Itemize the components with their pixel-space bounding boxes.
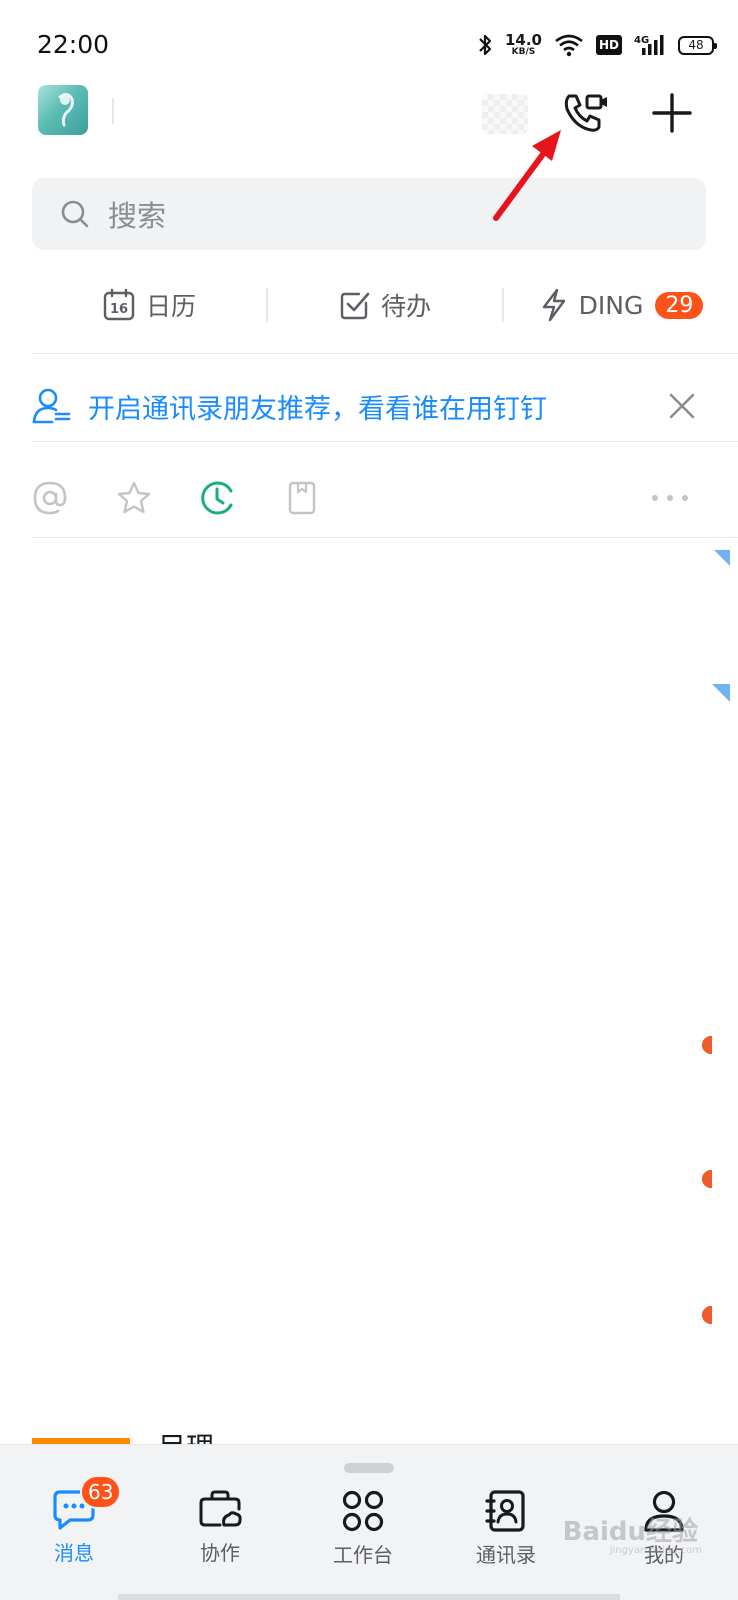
messages-badge: 63 bbox=[80, 1475, 122, 1509]
banner-close-button[interactable] bbox=[662, 386, 702, 426]
recent-clock-icon bbox=[201, 481, 233, 515]
unread-dot bbox=[702, 1170, 712, 1188]
tab-messages[interactable]: 63 消息 bbox=[14, 1475, 134, 1566]
more-dots-icon bbox=[652, 495, 688, 501]
ding-bolt-icon bbox=[542, 288, 565, 322]
ding-label: DING bbox=[578, 290, 644, 320]
svg-text:16: 16 bbox=[110, 302, 128, 317]
tab-label: 消息 bbox=[54, 1541, 94, 1565]
conversation-list[interactable]: 目理 bbox=[0, 550, 738, 1445]
tab-label: 工作台 bbox=[333, 1543, 393, 1567]
tab-label: 通讯录 bbox=[476, 1543, 536, 1567]
hd-badge: HD bbox=[595, 35, 622, 55]
todo-label: 待办 bbox=[380, 292, 431, 321]
pinned-marker bbox=[712, 684, 730, 702]
tab-workbench[interactable]: 工作台 bbox=[303, 1489, 423, 1568]
workbench-tab-icon bbox=[342, 1490, 384, 1532]
contact-recommend-icon bbox=[32, 388, 71, 424]
more-filters-button[interactable] bbox=[650, 478, 690, 518]
blurred-icon[interactable] bbox=[482, 94, 528, 134]
calendar-icon: 16 bbox=[103, 288, 135, 321]
contact-recommend-banner[interactable]: 开启通讯录朋友推荐，看看谁在用钉钉 bbox=[32, 362, 738, 450]
calendar-button[interactable]: 16 日历 bbox=[32, 272, 266, 338]
tab-collaboration[interactable]: 协作 bbox=[160, 1489, 280, 1566]
home-indicator bbox=[118, 1594, 620, 1600]
net-speed: 14.0 KB/S bbox=[504, 31, 542, 57]
watermark-url: jingyan.baidu.com bbox=[609, 1545, 702, 1556]
tab-label: 协作 bbox=[200, 1541, 240, 1565]
watermark: Baidu经验 bbox=[562, 1517, 698, 1547]
status-time: 22:00 bbox=[37, 30, 110, 59]
avatar[interactable] bbox=[38, 85, 88, 135]
bluetooth-icon bbox=[479, 34, 492, 56]
divider bbox=[32, 441, 738, 442]
unread-dot bbox=[702, 1036, 712, 1054]
banner-text: 开启通讯录朋友推荐，看看谁在用钉钉 bbox=[88, 393, 547, 425]
contacts-tab-icon bbox=[485, 1490, 525, 1532]
filter-saved[interactable] bbox=[282, 478, 322, 518]
svg-text:4G: 4G bbox=[634, 35, 649, 46]
drag-handle[interactable] bbox=[344, 1463, 394, 1473]
ding-button[interactable]: DING 29 bbox=[504, 272, 738, 338]
collab-tab-icon bbox=[199, 1490, 242, 1527]
search-icon bbox=[61, 200, 89, 228]
list-item-title: 目理 bbox=[158, 1426, 214, 1445]
calendar-label: 日历 bbox=[145, 292, 196, 321]
quick-actions: 16 日历 待办 DING 29 bbox=[32, 272, 738, 338]
at-icon bbox=[33, 481, 67, 515]
header-divider bbox=[112, 98, 114, 124]
filter-mentions[interactable] bbox=[30, 478, 70, 518]
divider bbox=[32, 353, 738, 354]
bottom-tab-bar: 63 消息 协作 工作台 通讯录 我的 Baidu经验 jingyan.baid… bbox=[0, 1444, 738, 1600]
search-bar[interactable]: 搜索 bbox=[32, 178, 706, 250]
status-icons: 14.0 KB/S HD 4G 48 bbox=[477, 28, 717, 62]
add-button[interactable] bbox=[648, 89, 696, 137]
plus-icon bbox=[652, 93, 692, 133]
video-call-icon bbox=[564, 94, 607, 132]
todo-check-icon bbox=[340, 292, 370, 320]
wifi-icon bbox=[555, 34, 583, 57]
star-icon bbox=[117, 481, 151, 514]
header bbox=[0, 84, 738, 144]
tab-contacts[interactable]: 通讯录 bbox=[446, 1489, 566, 1568]
unread-dot bbox=[702, 1306, 712, 1324]
filter-recent[interactable] bbox=[198, 478, 238, 518]
video-call-button[interactable] bbox=[562, 89, 610, 137]
ding-count-badge: 29 bbox=[655, 291, 704, 319]
status-bar: 22:00 14.0 KB/S HD 4G 48 bbox=[0, 0, 738, 90]
todo-button[interactable]: 待办 bbox=[268, 272, 502, 338]
divider bbox=[32, 537, 738, 538]
filter-starred[interactable] bbox=[114, 478, 154, 518]
filter-row bbox=[32, 470, 738, 530]
bookmark-icon bbox=[288, 481, 316, 515]
battery-indicator: 48 bbox=[678, 35, 717, 55]
close-icon bbox=[669, 393, 695, 419]
pinned-marker bbox=[712, 550, 730, 566]
search-placeholder: 搜索 bbox=[108, 199, 167, 233]
signal-icon: 4G bbox=[634, 35, 664, 55]
